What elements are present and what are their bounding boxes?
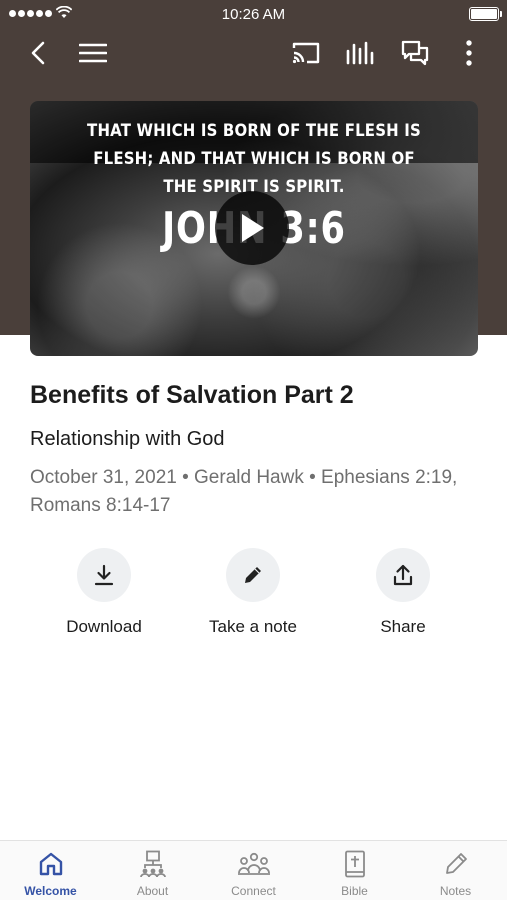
tab-bible-label: Bible: [341, 884, 368, 898]
audio-bars-icon: [346, 41, 374, 65]
take-note-label: Take a note: [209, 617, 297, 636]
chat-icon: [401, 40, 429, 66]
tab-bible[interactable]: Bible: [304, 849, 405, 898]
sermon-subtitle: Relationship with God: [30, 428, 225, 450]
more-options-button[interactable]: [452, 36, 486, 70]
tab-connect-label: Connect: [231, 884, 276, 898]
audio-button[interactable]: [343, 36, 377, 70]
cast-icon: [292, 42, 320, 64]
pencil-icon: [445, 853, 467, 874]
back-button[interactable]: [21, 36, 55, 70]
discussion-button[interactable]: [398, 36, 432, 70]
tab-about[interactable]: About: [102, 849, 203, 898]
download-button[interactable]: Download: [24, 548, 184, 637]
org-chart-icon: [139, 850, 166, 878]
cast-button[interactable]: [289, 36, 323, 70]
take-note-circle[interactable]: [226, 548, 280, 602]
take-note-button[interactable]: Take a note: [173, 548, 333, 637]
tab-about-label: About: [136, 884, 169, 898]
download-icon: [94, 564, 114, 586]
download-circle[interactable]: [77, 548, 131, 602]
status-time: 10:26 AM: [221, 6, 286, 23]
group-icon: [237, 852, 270, 875]
menu-button[interactable]: [76, 36, 110, 70]
home-icon: [39, 852, 62, 876]
pencil-icon: [245, 567, 261, 583]
tab-connect[interactable]: Connect: [203, 849, 304, 898]
tab-welcome[interactable]: Welcome: [0, 849, 101, 898]
share-label: Share: [380, 617, 426, 636]
tab-notes[interactable]: Notes: [405, 849, 506, 898]
share-icon: [393, 564, 413, 586]
bottom-tab-bar: Welcome About Connect Bible Notes: [0, 840, 507, 900]
status-bar: 10:26 AM: [0, 0, 507, 28]
download-label: Download: [66, 617, 142, 636]
battery-icon: [469, 7, 502, 21]
sermon-title: Benefits of Salvation Part 2: [30, 381, 354, 409]
sermon-meta: October 31, 2021 • Gerald Hawk • Ephesia…: [30, 467, 458, 516]
chevron-left-icon: [31, 41, 45, 65]
tab-welcome-label: Welcome: [24, 884, 77, 898]
video-player[interactable]: THAT WHICH IS BORN OF THE FLESH IS FLESH…: [30, 101, 478, 356]
tab-notes-label: Notes: [439, 884, 472, 898]
bible-icon: [344, 850, 365, 878]
hamburger-icon: [79, 43, 107, 63]
share-button[interactable]: Share: [323, 548, 483, 637]
more-vertical-icon: [466, 40, 472, 66]
verse-text: THAT WHICH IS BORN OF THE FLESH IS FLESH…: [87, 121, 421, 197]
share-circle[interactable]: [376, 548, 430, 602]
play-button[interactable]: [215, 191, 289, 265]
play-icon: [242, 214, 264, 242]
